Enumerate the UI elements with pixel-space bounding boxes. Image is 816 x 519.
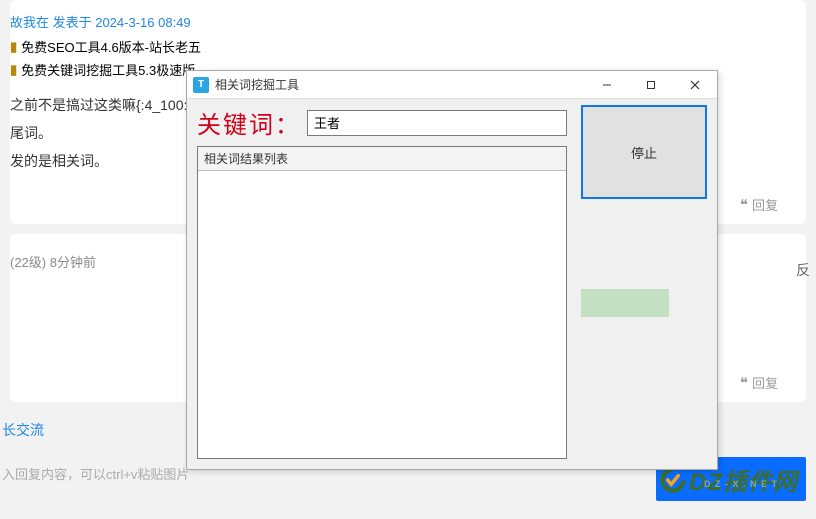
keyword-tool-dialog: T 相关词挖掘工具 关键词： 相关词结果列表 停止 [186, 70, 718, 470]
dialog-right-column: 停止 [581, 105, 707, 459]
attachment-icon: ▮ [10, 62, 17, 78]
dialog-left-column: 关键词： 相关词结果列表 [197, 105, 567, 459]
right-edge-text: 反 [796, 260, 810, 280]
stop-button[interactable]: 停止 [581, 105, 707, 199]
quote-icon: ❝ [740, 374, 748, 392]
post-header[interactable]: 故我在 发表于 2024-3-16 08:49 [10, 4, 806, 35]
keyword-row: 关键词： [197, 105, 567, 140]
dialog-body: 关键词： 相关词结果列表 停止 [187, 99, 717, 469]
reply-label: 回复 [752, 195, 778, 214]
attachment-line-1[interactable]: ▮ 免费SEO工具4.6版本-站长老五 [10, 35, 806, 58]
quote-icon: ❝ [740, 196, 748, 214]
keyword-label: 关键词： [197, 105, 301, 140]
minimize-button[interactable] [585, 71, 629, 98]
attachment-icon: ▮ [10, 39, 17, 55]
secondary-button[interactable] [581, 289, 669, 317]
dialog-titlebar[interactable]: T 相关词挖掘工具 [187, 71, 717, 99]
attachment-text: 免费关键词挖掘工具5.3极速版 [21, 60, 195, 79]
keyword-input[interactable] [307, 110, 567, 136]
window-controls [585, 71, 717, 98]
maximize-button[interactable] [629, 71, 673, 98]
result-list-body[interactable] [198, 171, 566, 458]
result-listbox[interactable]: 相关词结果列表 [197, 146, 567, 459]
attachment-text: 免费SEO工具4.6版本-站长老五 [21, 37, 201, 56]
reply-label: 回复 [752, 373, 778, 392]
app-icon: T [193, 77, 209, 93]
close-button[interactable] [673, 71, 717, 98]
result-list-header: 相关词结果列表 [198, 147, 566, 171]
dialog-title: 相关词挖掘工具 [215, 76, 299, 93]
